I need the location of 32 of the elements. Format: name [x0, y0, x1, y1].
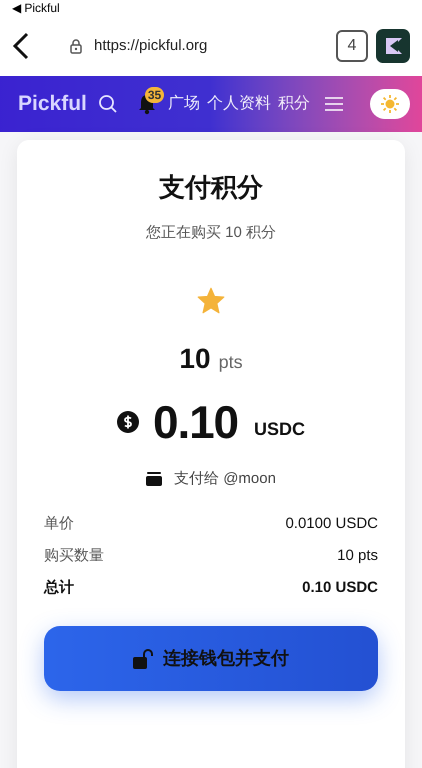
summary-label: 总计	[44, 578, 74, 598]
card-title: 支付积分	[159, 171, 263, 204]
payment-currency: USDC	[254, 418, 305, 441]
recipient-text: 支付给 @moon	[174, 468, 276, 488]
search-icon[interactable]	[98, 94, 118, 114]
nav-link[interactable]: 广场	[168, 92, 200, 116]
unlock-icon	[133, 648, 155, 668]
summary-value: 0.0100 USDC	[285, 514, 378, 534]
brand-logo[interactable]: Pickful	[18, 88, 87, 120]
summary-value: 10 pts	[337, 546, 378, 566]
back-to-app-link[interactable]: ◀ Pickful	[12, 2, 60, 14]
wallet-icon	[146, 472, 162, 486]
theme-toggle[interactable]	[370, 89, 410, 119]
payment-amount: 0.10	[153, 394, 238, 450]
notification-badge: 35	[144, 87, 164, 103]
summary-label: 单价	[44, 514, 74, 534]
tab-count-button[interactable]: 4	[336, 30, 368, 62]
menu-icon[interactable]	[324, 97, 343, 111]
points-unit: pts	[218, 350, 243, 374]
nav-link[interactable]: 积分	[278, 92, 310, 116]
nav-link[interactable]: 个人资料	[206, 92, 271, 116]
app-logo-icon[interactable]	[376, 29, 410, 63]
star-icon	[197, 286, 225, 314]
sun-icon	[380, 94, 400, 114]
dollar-coin-icon	[117, 410, 140, 432]
lock-icon	[70, 38, 82, 54]
summary-label: 购买数量	[44, 546, 104, 566]
address-bar-url[interactable]: https://pickful.org	[94, 34, 208, 58]
back-icon[interactable]	[12, 32, 30, 60]
points-amount: 10	[179, 342, 211, 376]
summary-value: 0.10 USDC	[302, 578, 378, 598]
card-subtitle: 您正在购买 10 积分	[146, 223, 276, 243]
